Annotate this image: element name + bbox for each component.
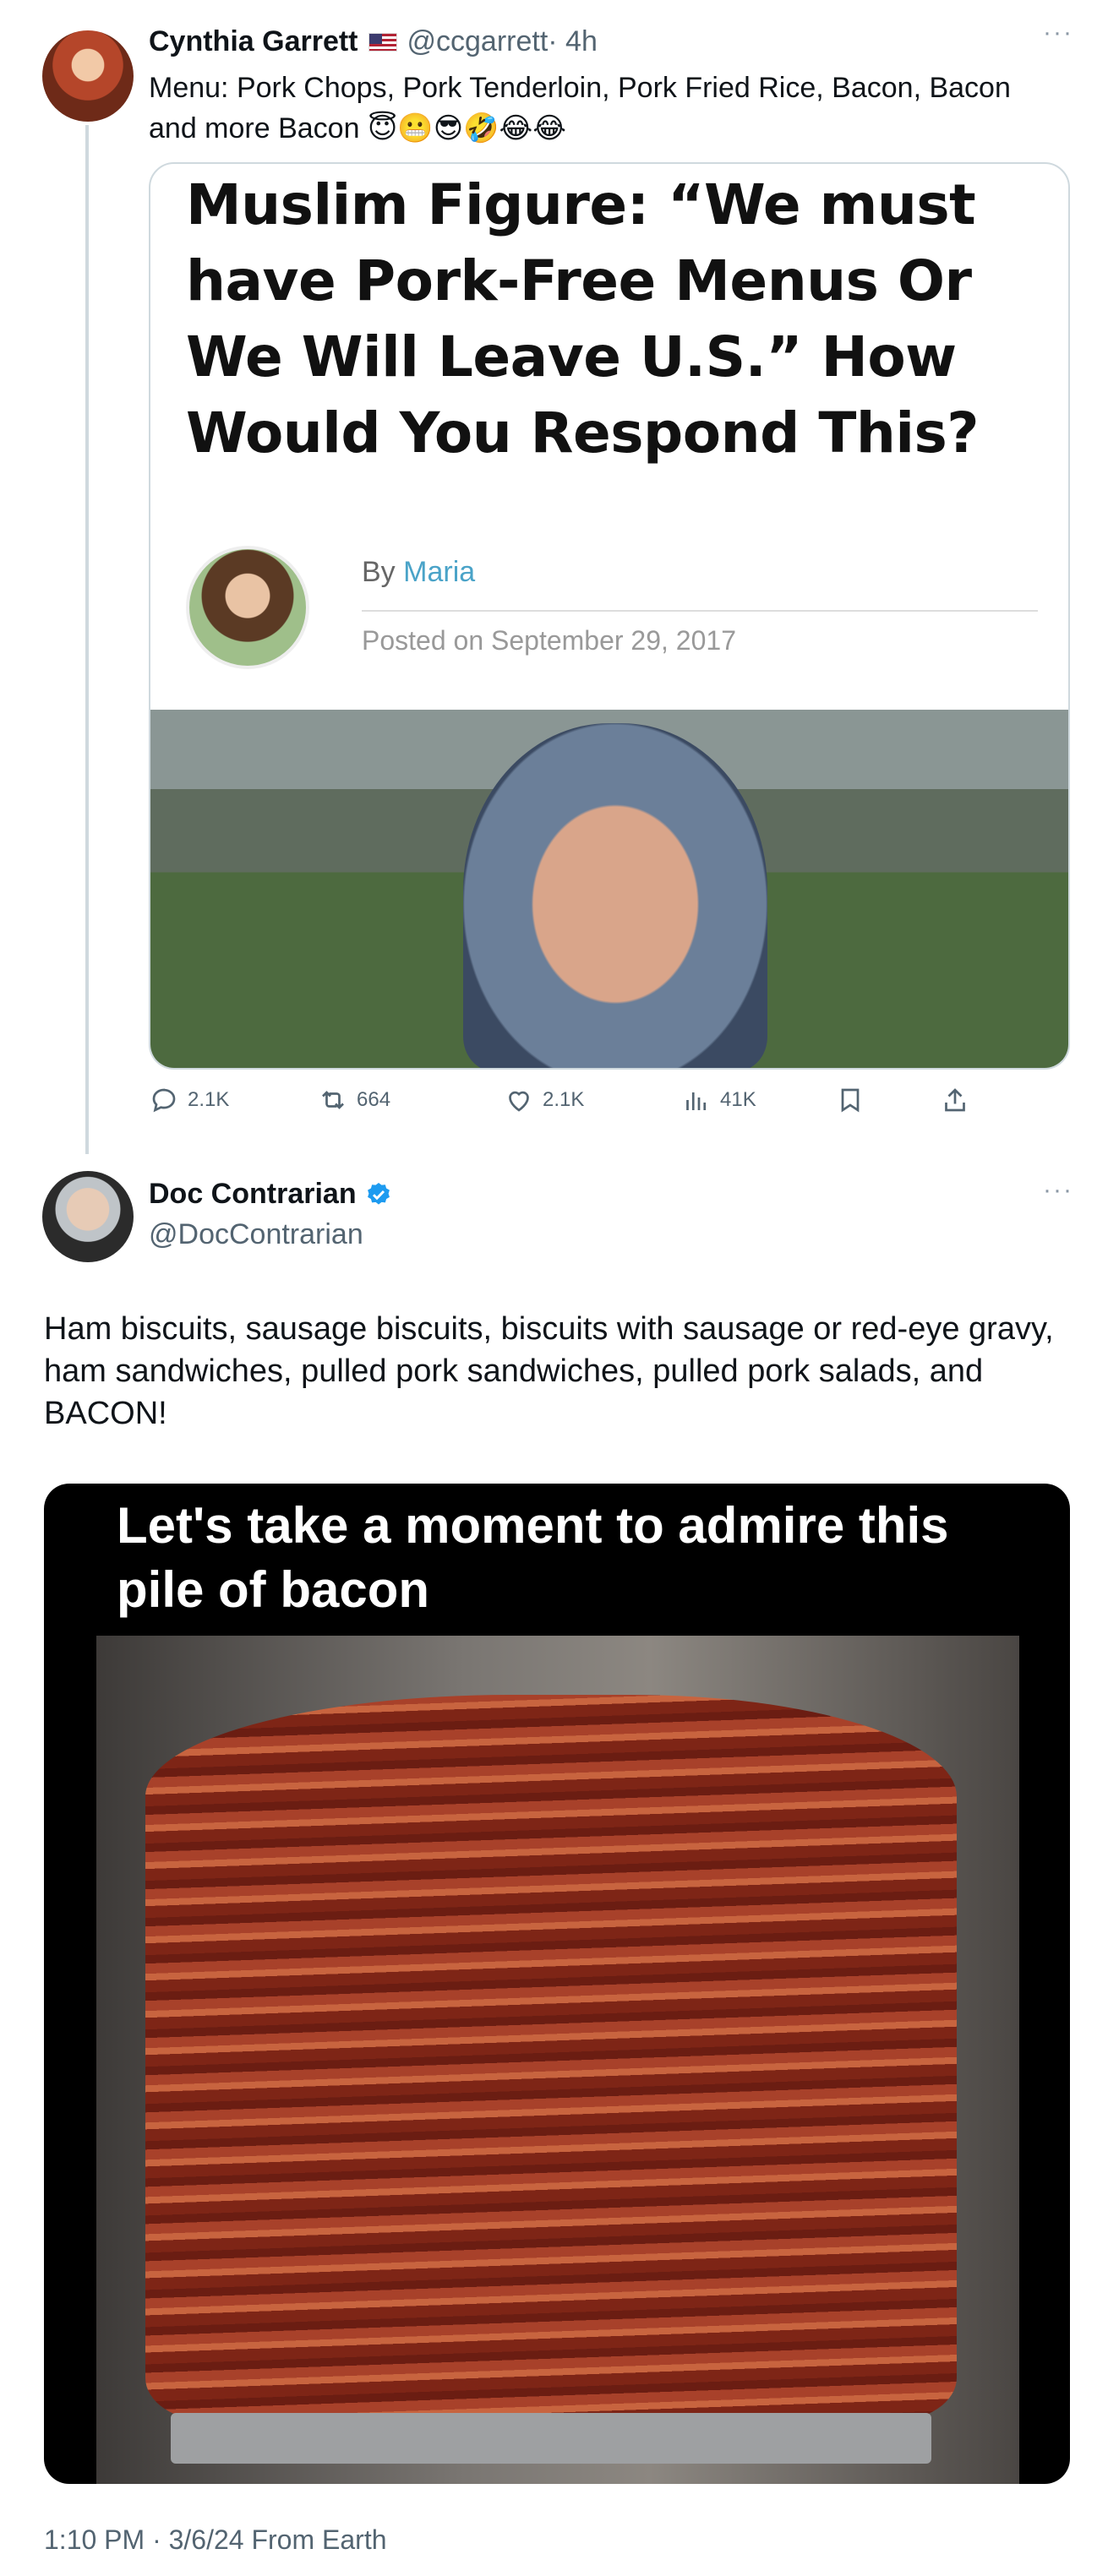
image-caption: Let's take a moment to admire this pile … [117,1497,949,1618]
like-button[interactable]: 2.1K [504,1085,584,1115]
views-count: 41K [720,1088,756,1111]
tweet-header: Cynthia Garrett @ccgarrett · 4h [149,25,598,58]
posted-date: Posted on September 29, 2017 [362,625,736,656]
reply-count: 2.1K [188,1088,230,1111]
views-icon [686,1092,707,1110]
tweet-header: Doc Contrarian [149,1178,392,1211]
article-image[interactable]: Muslim Figure: “We must have Pork-Free M… [149,162,1070,1070]
handle[interactable]: @ccgarrett [407,25,549,58]
repost-icon [322,1091,344,1109]
repost-button[interactable]: 664 [318,1085,390,1115]
like-count: 2.1K [543,1088,585,1111]
display-name[interactable]: Doc Contrarian [149,1178,357,1211]
byline-author: Maria [403,556,476,588]
us-flag-icon [368,32,397,52]
byline-prefix: By [362,556,396,588]
thread-line [85,125,89,1154]
views-button[interactable]: 41K [681,1085,756,1115]
bookmark-icon [841,1088,860,1113]
share-button[interactable] [940,1085,970,1115]
avatar[interactable] [42,30,134,122]
repost-count: 664 [357,1088,391,1111]
bacon-pile [145,1695,957,2421]
avatar[interactable] [42,1171,134,1262]
handle[interactable]: @DocContrarian [149,1218,363,1251]
verified-badge-icon [367,1182,390,1205]
display-name[interactable]: Cynthia Garrett [149,25,358,58]
divider [362,610,1038,612]
reply-icon [152,1088,176,1113]
more-icon[interactable]: ··· [1043,1176,1073,1205]
tweet-text: Ham biscuits, sausage biscuits, biscuits… [44,1311,1054,1431]
tweet-image[interactable]: Let's take a moment to admire this pile … [44,1484,1070,2484]
tweet-timestamp[interactable]: 1:10 PM · 3/6/24 From Earth [44,2524,387,2556]
reply-button[interactable]: 2.1K [149,1085,229,1115]
bookmark-button[interactable] [835,1085,865,1115]
post-time[interactable]: · 4h [548,25,598,58]
bacon-tray [171,2413,931,2464]
share-icon [945,1088,965,1112]
article-photo-subject [463,723,767,1068]
byline: By Maria [362,556,475,589]
more-icon[interactable]: ··· [1043,19,1073,47]
action-bar: 2.1K 664 2.1K 41K [149,1085,1011,1127]
tweet-text: Menu: Pork Chops, Pork Tenderloin, Pork … [149,72,1011,144]
author-avatar [186,546,309,669]
article-headline: Muslim Figure: “We must have Pork-Free M… [186,172,980,466]
like-icon [509,1091,529,1112]
